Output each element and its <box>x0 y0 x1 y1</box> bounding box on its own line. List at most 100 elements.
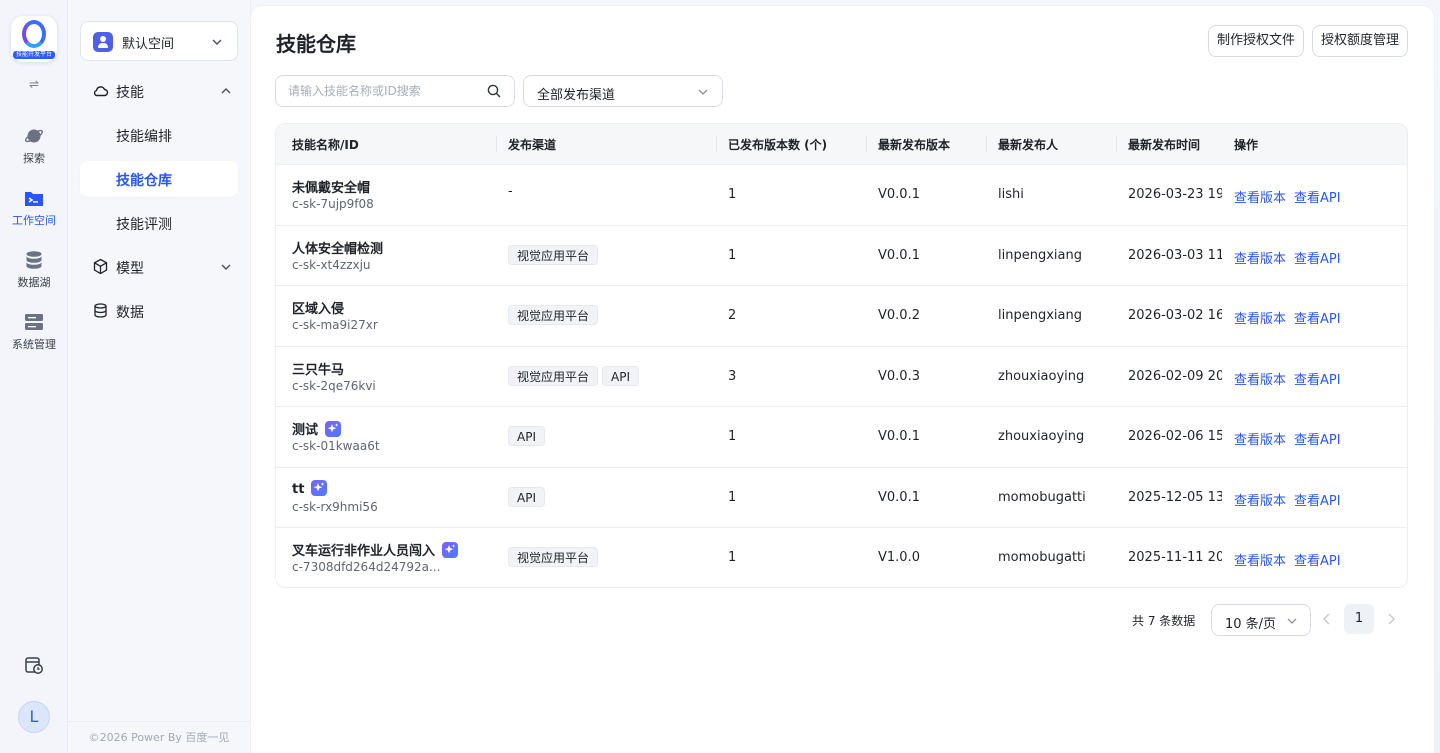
rail-item-datalake[interactable]: 数据湖 <box>4 250 64 300</box>
logo-text: 技能开发平台 <box>13 51 55 59</box>
view-version-link[interactable]: 查看版本 <box>1234 429 1286 448</box>
channel-cell: 视觉应用平台 <box>508 547 602 567</box>
nav-skill[interactable]: 技能 <box>80 73 238 109</box>
planet-icon <box>24 129 44 143</box>
nav-sub-label: 技能仓库 <box>116 173 172 189</box>
skill-id: c-sk-xt4zzxju <box>292 257 371 272</box>
view-api-link[interactable]: 查看API <box>1294 369 1341 388</box>
search-box <box>275 75 515 107</box>
nav-data[interactable]: 数据 <box>80 293 238 329</box>
quota-manage-button[interactable]: 授权额度管理 <box>1312 25 1408 57</box>
column-divider <box>986 136 987 152</box>
skill-name: 叉车运行非作业人员闯入 <box>292 540 459 559</box>
th-version-count: 已发布版本数 (个) <box>728 138 828 152</box>
view-version-link[interactable]: 查看版本 <box>1234 369 1286 388</box>
ai-sparkle-icon <box>325 421 342 437</box>
space-label: 默认空间 <box>122 37 175 52</box>
rail-item-system[interactable]: 系统管理 <box>4 312 64 362</box>
pagination-total: 共 7 条数据 <box>1132 614 1196 628</box>
channel-cell: API <box>508 486 549 507</box>
th-actions: 操作 <box>1234 138 1259 152</box>
search-icon[interactable] <box>487 84 501 98</box>
search-input[interactable] <box>288 82 478 100</box>
rail-item-workspace[interactable]: 工作空间 <box>4 188 64 238</box>
chevron-down-icon <box>212 39 222 45</box>
latest-version: V0.0.1 <box>878 187 920 202</box>
th-name-id: 技能名称/ID <box>292 138 359 152</box>
cloud-icon <box>93 86 109 97</box>
nav-skill-repository[interactable]: 技能仓库 <box>80 161 238 197</box>
skill-name-text: tt <box>292 481 305 497</box>
view-api-link[interactable]: 查看API <box>1294 187 1341 206</box>
rail-item-explore[interactable]: 探索 <box>4 126 64 176</box>
view-version-link[interactable]: 查看版本 <box>1234 187 1286 206</box>
rail-item-label: 工作空间 <box>12 214 56 227</box>
channel-tag: 视觉应用平台 <box>508 244 599 265</box>
nav-model-label: 模型 <box>116 261 144 277</box>
skill-id: c-sk-7ujp9f08 <box>292 197 374 211</box>
view-api-link[interactable]: 查看API <box>1294 248 1341 267</box>
icon-rail: 技能开发平台 ⇌ 探索 工作空间 数据湖 系统管理 L <box>0 0 68 753</box>
page-number-current[interactable]: 1 <box>1344 604 1374 634</box>
cube-icon <box>93 258 108 275</box>
view-version-link[interactable]: 查看版本 <box>1234 248 1286 267</box>
latest-publisher: zhouxiaoying <box>998 368 1085 384</box>
view-api-link[interactable]: 查看API <box>1294 550 1341 569</box>
view-api-link[interactable]: 查看API <box>1294 308 1341 327</box>
nav-model[interactable]: 模型 <box>80 249 238 285</box>
skill-id: c-sk-ma9i27xr <box>292 318 378 332</box>
latest-publisher: momobugatti <box>998 550 1086 565</box>
channel-cell: 视觉应用平台 <box>508 244 602 265</box>
column-divider <box>496 136 497 152</box>
space-user-icon <box>93 32 113 52</box>
logo-ring-icon <box>22 20 46 48</box>
calendar-clock-icon[interactable] <box>24 655 44 675</box>
view-version-link[interactable]: 查看版本 <box>1234 308 1286 327</box>
table-row: 区域入侵 c-sk-ma9i27xr 视觉应用平台 2 V0.0.2 linpengxia… <box>276 285 1407 345</box>
view-version-link[interactable]: 查看版本 <box>1234 550 1286 569</box>
main-panel: 技能仓库 制作授权文件 授权额度管理 全部发布渠道 技能名称/ID 发布渠道 已… <box>251 6 1434 753</box>
app-logo[interactable]: 技能开发平台 <box>11 16 57 62</box>
space-select[interactable]: 默认空间 <box>80 21 238 61</box>
prev-page-icon[interactable] <box>1320 612 1334 626</box>
channel-tag: 视觉应用平台 <box>508 365 599 386</box>
latest-version: V0.0.1 <box>878 429 920 444</box>
chevron-up-icon <box>221 88 231 94</box>
user-avatar[interactable]: L <box>18 701 50 733</box>
database-icon <box>26 251 42 269</box>
view-api-link[interactable]: 查看API <box>1294 429 1341 448</box>
table-row: 未佩戴安全帽 c-sk-7ujp9f08 - 1 V0.0.1 lishi 2026-03-… <box>276 164 1407 224</box>
version-count: 1 <box>728 550 737 565</box>
make-license-button[interactable]: 制作授权文件 <box>1208 25 1304 57</box>
view-version-link[interactable]: 查看版本 <box>1234 490 1286 509</box>
latest-time: 2026-03-03 11: <box>1128 247 1222 263</box>
skill-id: c-sk-rx9hmi56 <box>292 499 378 514</box>
latest-publisher: lishi <box>998 187 1024 202</box>
next-page-icon[interactable] <box>1384 612 1398 626</box>
chevron-down-icon <box>221 264 231 270</box>
nav-skill-orchestration[interactable]: 技能编排 <box>80 117 238 153</box>
latest-version: V0.0.1 <box>878 247 920 263</box>
column-divider <box>866 136 867 152</box>
page-size-select[interactable]: 10 条/页 <box>1211 604 1311 636</box>
column-divider <box>716 136 717 152</box>
channel-select[interactable]: 全部发布渠道 <box>523 75 723 107</box>
table-row: 测试 c-sk-01kwaa6t API 1 V0.0.1 zhouxiaoying 202… <box>276 406 1407 466</box>
skill-name-text: 叉车运行非作业人员闯入 <box>292 544 436 559</box>
view-api-link[interactable]: 查看API <box>1294 490 1341 509</box>
skill-name: 测试 <box>292 419 342 438</box>
database-icon <box>94 303 107 318</box>
skill-name: 区域入侵 <box>292 298 344 317</box>
latest-time: 2026-02-09 20: <box>1128 368 1222 384</box>
skill-name-text: 三只牛马 <box>292 362 345 378</box>
skill-id: c-sk-01kwaa6t <box>292 439 380 453</box>
channel-empty: - <box>508 184 513 199</box>
latest-version: V0.0.2 <box>878 308 920 323</box>
switch-icon[interactable]: ⇌ <box>26 78 42 90</box>
nav-skill-evaluation[interactable]: 技能评测 <box>80 205 238 241</box>
ai-sparkle-icon <box>311 479 328 496</box>
latest-publisher: zhouxiaoying <box>998 429 1085 444</box>
latest-time: 2026-02-06 15: <box>1128 429 1222 444</box>
channel-select-value: 全部发布渠道 <box>537 88 616 103</box>
channel-tag: API <box>508 426 545 446</box>
